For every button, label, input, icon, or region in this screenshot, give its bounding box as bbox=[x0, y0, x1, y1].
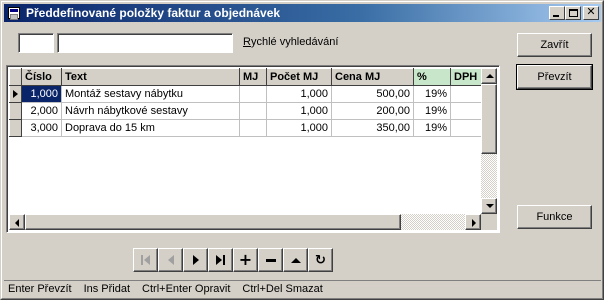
scroll-left-button[interactable] bbox=[9, 214, 25, 230]
col-header-pocet-mj[interactable]: Počet MJ bbox=[266, 68, 332, 86]
grid-corner bbox=[9, 68, 22, 86]
row-indicator[interactable] bbox=[9, 85, 22, 103]
row-indicator[interactable] bbox=[9, 119, 22, 137]
cell-cislo[interactable]: 3,000 bbox=[21, 119, 62, 137]
refresh-icon: ↻ bbox=[315, 252, 326, 268]
scroll-up-icon bbox=[486, 74, 494, 78]
col-header-cena-mj[interactable]: Cena MJ bbox=[331, 68, 414, 86]
col-header-cislo[interactable]: Číslo bbox=[21, 68, 62, 86]
vertical-scroll-thumb[interactable] bbox=[481, 84, 497, 154]
take-button-label: Převzít bbox=[537, 71, 572, 83]
minimize-icon bbox=[553, 15, 559, 17]
search-input[interactable] bbox=[57, 33, 233, 53]
first-record-icon bbox=[141, 255, 150, 265]
status-hint-delete: Ctrl+Del Smazat bbox=[242, 283, 323, 295]
cell-cislo[interactable]: 2,000 bbox=[21, 102, 62, 120]
status-hint-take: Enter Převzít bbox=[8, 283, 72, 295]
vertical-scrollbar[interactable] bbox=[481, 68, 497, 214]
maximize-button[interactable] bbox=[565, 6, 581, 20]
functions-button-label: Funkce bbox=[536, 211, 573, 223]
col-header-mj[interactable]: MJ bbox=[239, 68, 267, 86]
cell-cena-mj[interactable]: 500,00 bbox=[331, 85, 414, 103]
search-code-input[interactable] bbox=[18, 33, 54, 53]
cell-mj[interactable] bbox=[239, 102, 267, 120]
cell-cislo[interactable]: 1,000 bbox=[21, 85, 62, 103]
first-record-button[interactable] bbox=[133, 248, 158, 272]
cell-dph[interactable] bbox=[450, 119, 485, 137]
edit-record-button[interactable] bbox=[283, 248, 308, 272]
cell-percent[interactable]: 19% bbox=[413, 102, 451, 120]
scroll-right-icon bbox=[472, 219, 476, 227]
cell-cena-mj[interactable]: 350,00 bbox=[331, 119, 414, 137]
cell-text[interactable]: Návrh nábytkové sestavy bbox=[61, 102, 240, 120]
table-row[interactable]: 1,000 Montáž sestavy nábytku 1,000 500,0… bbox=[9, 85, 485, 103]
table-row[interactable]: 2,000 Návrh nábytkové sestavy 1,000 200,… bbox=[9, 102, 485, 120]
cell-pocet-mj[interactable]: 1,000 bbox=[266, 119, 332, 137]
cell-pocet-mj[interactable]: 1,000 bbox=[266, 85, 332, 103]
horizontal-scrollbar[interactable] bbox=[9, 214, 481, 230]
row-indicator[interactable] bbox=[9, 102, 22, 120]
cell-mj[interactable] bbox=[239, 119, 267, 137]
horizontal-scroll-thumb[interactable] bbox=[25, 214, 401, 230]
cell-pocet-mj[interactable]: 1,000 bbox=[266, 102, 332, 120]
last-record-icon bbox=[216, 255, 225, 265]
scroll-left-icon bbox=[15, 219, 19, 227]
prior-record-icon bbox=[167, 255, 174, 265]
close-button-label: Zavřít bbox=[540, 39, 569, 51]
cell-dph[interactable] bbox=[450, 85, 485, 103]
cell-mj[interactable] bbox=[239, 85, 267, 103]
close-button[interactable]: Zavřít bbox=[517, 33, 592, 57]
items-grid[interactable]: Číslo Text MJ Počet MJ Cena MJ % DPH 1,0… bbox=[6, 65, 500, 233]
cell-cena-mj[interactable]: 200,00 bbox=[331, 102, 414, 120]
dialog-window: Předdefinované položky faktur a objednáv… bbox=[0, 0, 604, 300]
scroll-up-button[interactable] bbox=[481, 68, 497, 84]
delete-record-button[interactable] bbox=[258, 248, 283, 272]
refresh-button[interactable]: ↻ bbox=[308, 248, 333, 272]
last-record-button[interactable] bbox=[208, 248, 233, 272]
table-row[interactable]: 3,000 Doprava do 15 km 1,000 350,00 19% bbox=[9, 119, 485, 137]
cell-text[interactable]: Montáž sestavy nábytku bbox=[61, 85, 240, 103]
scroll-down-button[interactable] bbox=[481, 198, 497, 214]
window-title: Předdefinované položky faktur a objednáv… bbox=[26, 6, 281, 20]
insert-icon: + bbox=[238, 250, 253, 269]
close-icon: ✕ bbox=[586, 6, 596, 18]
status-bar: Enter Převzít Ins Přidat Ctrl+Enter Opra… bbox=[4, 280, 601, 297]
next-record-icon bbox=[192, 255, 199, 265]
quick-search-label: Rychlé vyhledávání bbox=[243, 36, 339, 48]
delete-icon bbox=[265, 258, 276, 262]
title-bar[interactable]: Předdefinované položky faktur a objednáv… bbox=[4, 4, 601, 22]
status-hint-add: Ins Přidat bbox=[83, 283, 131, 295]
app-window-icon[interactable] bbox=[6, 5, 22, 21]
cell-text[interactable]: Doprava do 15 km bbox=[61, 119, 240, 137]
close-window-button[interactable]: ✕ bbox=[583, 6, 599, 20]
cell-percent[interactable]: 19% bbox=[413, 85, 451, 103]
col-header-text[interactable]: Text bbox=[61, 68, 240, 86]
functions-button[interactable]: Funkce bbox=[517, 205, 592, 229]
prior-record-button[interactable] bbox=[158, 248, 183, 272]
scrollbar-corner bbox=[481, 214, 497, 230]
col-header-dph[interactable]: DPH bbox=[450, 68, 485, 86]
record-navigator: + ↻ bbox=[133, 248, 333, 272]
cell-dph[interactable] bbox=[450, 102, 485, 120]
current-row-arrow-icon bbox=[13, 90, 18, 98]
insert-record-button[interactable]: + bbox=[233, 248, 258, 272]
minimize-button[interactable] bbox=[549, 6, 565, 20]
edit-icon bbox=[290, 257, 301, 263]
scroll-down-icon bbox=[486, 204, 494, 208]
cell-percent[interactable]: 19% bbox=[413, 119, 451, 137]
take-button[interactable]: Převzít bbox=[516, 64, 593, 90]
status-hint-edit: Ctrl+Enter Opravit bbox=[142, 283, 231, 295]
col-header-percent[interactable]: % bbox=[413, 68, 451, 86]
quick-search-label-text: ychlé vyhledávání bbox=[250, 36, 339, 48]
items-table: Číslo Text MJ Počet MJ Cena MJ % DPH 1,0… bbox=[9, 68, 485, 137]
maximize-icon bbox=[569, 9, 578, 17]
next-record-button[interactable] bbox=[183, 248, 208, 272]
scroll-right-button[interactable] bbox=[465, 214, 481, 230]
